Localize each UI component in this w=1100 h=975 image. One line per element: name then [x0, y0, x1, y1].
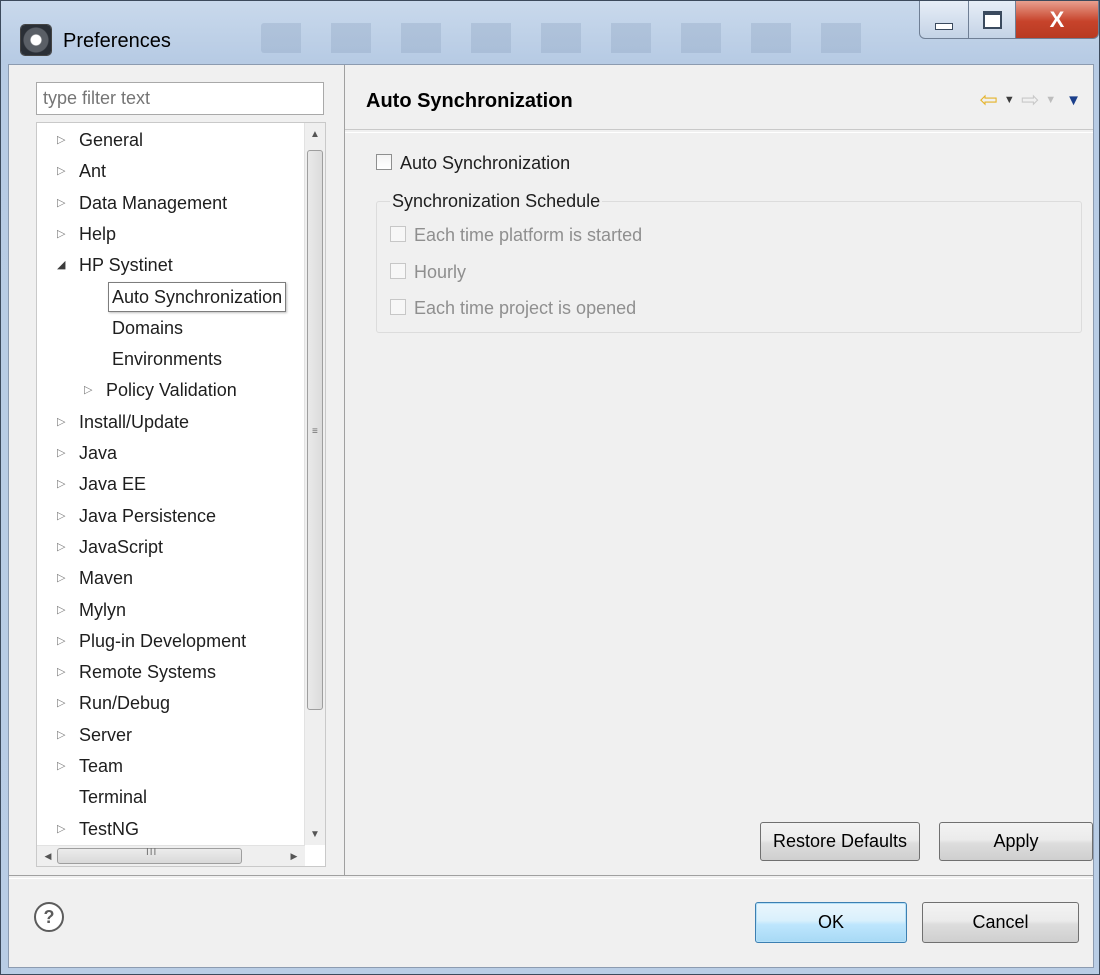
- minimize-icon: [935, 23, 953, 30]
- expand-twistie-icon[interactable]: ▷: [57, 595, 65, 625]
- tree-item-label: Maven: [79, 568, 134, 589]
- title-bar[interactable]: Preferences X: [1, 1, 1099, 65]
- scroll-grip-h-icon: III: [146, 847, 158, 858]
- checkbox-label: Each time platform is started: [414, 225, 643, 245]
- expand-twistie-icon[interactable]: ▷: [57, 720, 65, 750]
- tree-item-label: Ant: [79, 161, 107, 182]
- horizontal-scroll-thumb[interactable]: III: [57, 847, 242, 864]
- tree-item-label: General: [79, 130, 144, 150]
- tree-item-label: HP Systinet: [79, 255, 173, 276]
- ok-button[interactable]: OK: [755, 902, 907, 943]
- tree-item-label: Plug-in Development: [79, 630, 247, 651]
- tree-item-label: Remote Systems: [79, 662, 217, 683]
- checkbox-box[interactable]: [390, 299, 406, 315]
- expand-twistie-icon[interactable]: ▷: [57, 626, 65, 656]
- expand-twistie-icon[interactable]: ▷: [57, 438, 65, 468]
- expand-twistie-icon[interactable]: ▷: [57, 219, 65, 249]
- schedule-group-legend: Synchronization Schedule: [390, 189, 603, 213]
- tree-item-label: JavaScript: [79, 536, 164, 557]
- expand-twistie-icon[interactable]: ▷: [57, 814, 65, 844]
- window-title: Preferences: [63, 30, 171, 52]
- help-icon[interactable]: ?: [34, 902, 64, 932]
- expand-twistie-icon[interactable]: ▷: [57, 688, 65, 718]
- tree-item-label: Install/Update: [79, 411, 190, 432]
- tree-item-label: Help: [79, 223, 117, 244]
- page-title: Auto Synchronization: [366, 90, 573, 112]
- view-menu-icon[interactable]: ▼: [1066, 92, 1081, 109]
- tree-item-label: Terminal: [79, 787, 148, 808]
- expand-twistie-icon[interactable]: ▷: [57, 657, 65, 687]
- checkbox-box[interactable]: [376, 154, 392, 170]
- tree-item-label: Server: [79, 724, 133, 745]
- expand-twistie-icon[interactable]: ▷: [57, 532, 65, 562]
- preferences-window: Preferences X ▷ General ▷ Ant ▷ Data Manageme…: [0, 0, 1100, 975]
- scroll-left-arrow-icon[interactable]: ◀: [39, 846, 57, 866]
- checkbox-label: Auto Synchronization: [400, 153, 571, 173]
- background-toolbar-ghost: [261, 23, 881, 53]
- preference-tree[interactable]: ▷ General ▷ Ant ▷ Data Management ▷ Help ◢ HP Sys…: [36, 122, 326, 867]
- tree-vertical-scrollbar[interactable]: ▲ ≡ ▼: [304, 123, 325, 845]
- close-button[interactable]: X: [1015, 1, 1099, 39]
- expand-twistie-icon[interactable]: ▷: [57, 125, 65, 155]
- footer-separator: [9, 875, 1093, 879]
- filter-input[interactable]: [36, 82, 324, 115]
- cancel-button[interactable]: Cancel: [922, 902, 1079, 943]
- back-arrow-icon[interactable]: ⇦: [979, 89, 997, 111]
- tree-item-label: Java Persistence: [79, 505, 217, 526]
- collapse-twistie-icon[interactable]: ◢: [57, 250, 65, 280]
- maximize-icon: [982, 10, 1002, 29]
- checkbox-box[interactable]: [390, 263, 406, 279]
- expand-twistie-icon[interactable]: ▷: [57, 751, 65, 781]
- checkbox-box[interactable]: [390, 226, 406, 242]
- tree-item-label: Mylyn: [79, 599, 127, 620]
- tree-item-label: Auto Synchronization: [108, 281, 287, 312]
- scroll-up-arrow-icon[interactable]: ▲: [305, 125, 325, 145]
- expand-twistie-icon[interactable]: ▷: [57, 156, 65, 186]
- eclipse-app-icon: [21, 25, 51, 55]
- title-separator: [345, 129, 1093, 133]
- checkbox-label: Hourly: [414, 262, 467, 282]
- close-icon: X: [1049, 6, 1065, 32]
- tree-item-label: Run/Debug: [79, 693, 171, 714]
- tree-item-label: Environments: [112, 349, 223, 370]
- expand-twistie-icon[interactable]: ▷: [57, 407, 65, 437]
- expand-twistie-icon[interactable]: ▷: [84, 375, 92, 405]
- tree-item-label: TestNG: [79, 818, 140, 839]
- expand-twistie-icon[interactable]: ▷: [57, 469, 65, 499]
- checkbox-label: Each time project is opened: [414, 298, 637, 318]
- minimize-button[interactable]: [919, 1, 969, 39]
- preference-page: Auto Synchronization ⇦ ▼ ⇨ ▼ ▼ Auto Sync…: [345, 65, 1093, 875]
- tree-item-label: Data Management: [79, 192, 228, 213]
- tree-item-label: Java: [79, 443, 118, 463]
- forward-arrow-icon[interactable]: ⇨: [1021, 89, 1039, 111]
- tree-horizontal-scrollbar[interactable]: ◀ III ▶: [37, 845, 305, 866]
- expand-twistie-icon[interactable]: ▷: [57, 501, 65, 531]
- dialog-client-area: ▷ General ▷ Ant ▷ Data Management ▷ Help ◢ HP Sys…: [8, 64, 1094, 968]
- scroll-grip-icon: ≡: [312, 426, 318, 437]
- forward-history-dropdown-icon[interactable]: ▼: [1045, 94, 1056, 106]
- page-navigation: ⇦ ▼ ⇨ ▼ ▼: [979, 87, 1081, 113]
- expand-twistie-icon[interactable]: ▷: [57, 188, 65, 218]
- expand-twistie-icon[interactable]: ▷: [57, 563, 65, 593]
- scroll-down-arrow-icon[interactable]: ▼: [305, 825, 325, 845]
- tree-item-label: Team: [79, 756, 124, 776]
- restore-defaults-button[interactable]: Restore Defaults: [760, 822, 920, 861]
- scroll-right-arrow-icon[interactable]: ▶: [285, 846, 303, 866]
- vertical-scroll-thumb[interactable]: ≡: [307, 150, 323, 710]
- tree-item-label: Policy Validation: [106, 380, 237, 401]
- tree-item-label: Java EE: [79, 474, 147, 495]
- tree-list: ▷ General ▷ Ant ▷ Data Management ▷ Help ◢ HP Sys…: [37, 123, 305, 845]
- tree-item-label: Domains: [112, 317, 184, 338]
- preference-tree-pane: ▷ General ▷ Ant ▷ Data Management ▷ Help ◢ HP Sys…: [9, 65, 345, 875]
- maximize-button[interactable]: [968, 1, 1016, 39]
- apply-button[interactable]: Apply: [939, 822, 1093, 861]
- back-history-dropdown-icon[interactable]: ▼: [1004, 94, 1015, 106]
